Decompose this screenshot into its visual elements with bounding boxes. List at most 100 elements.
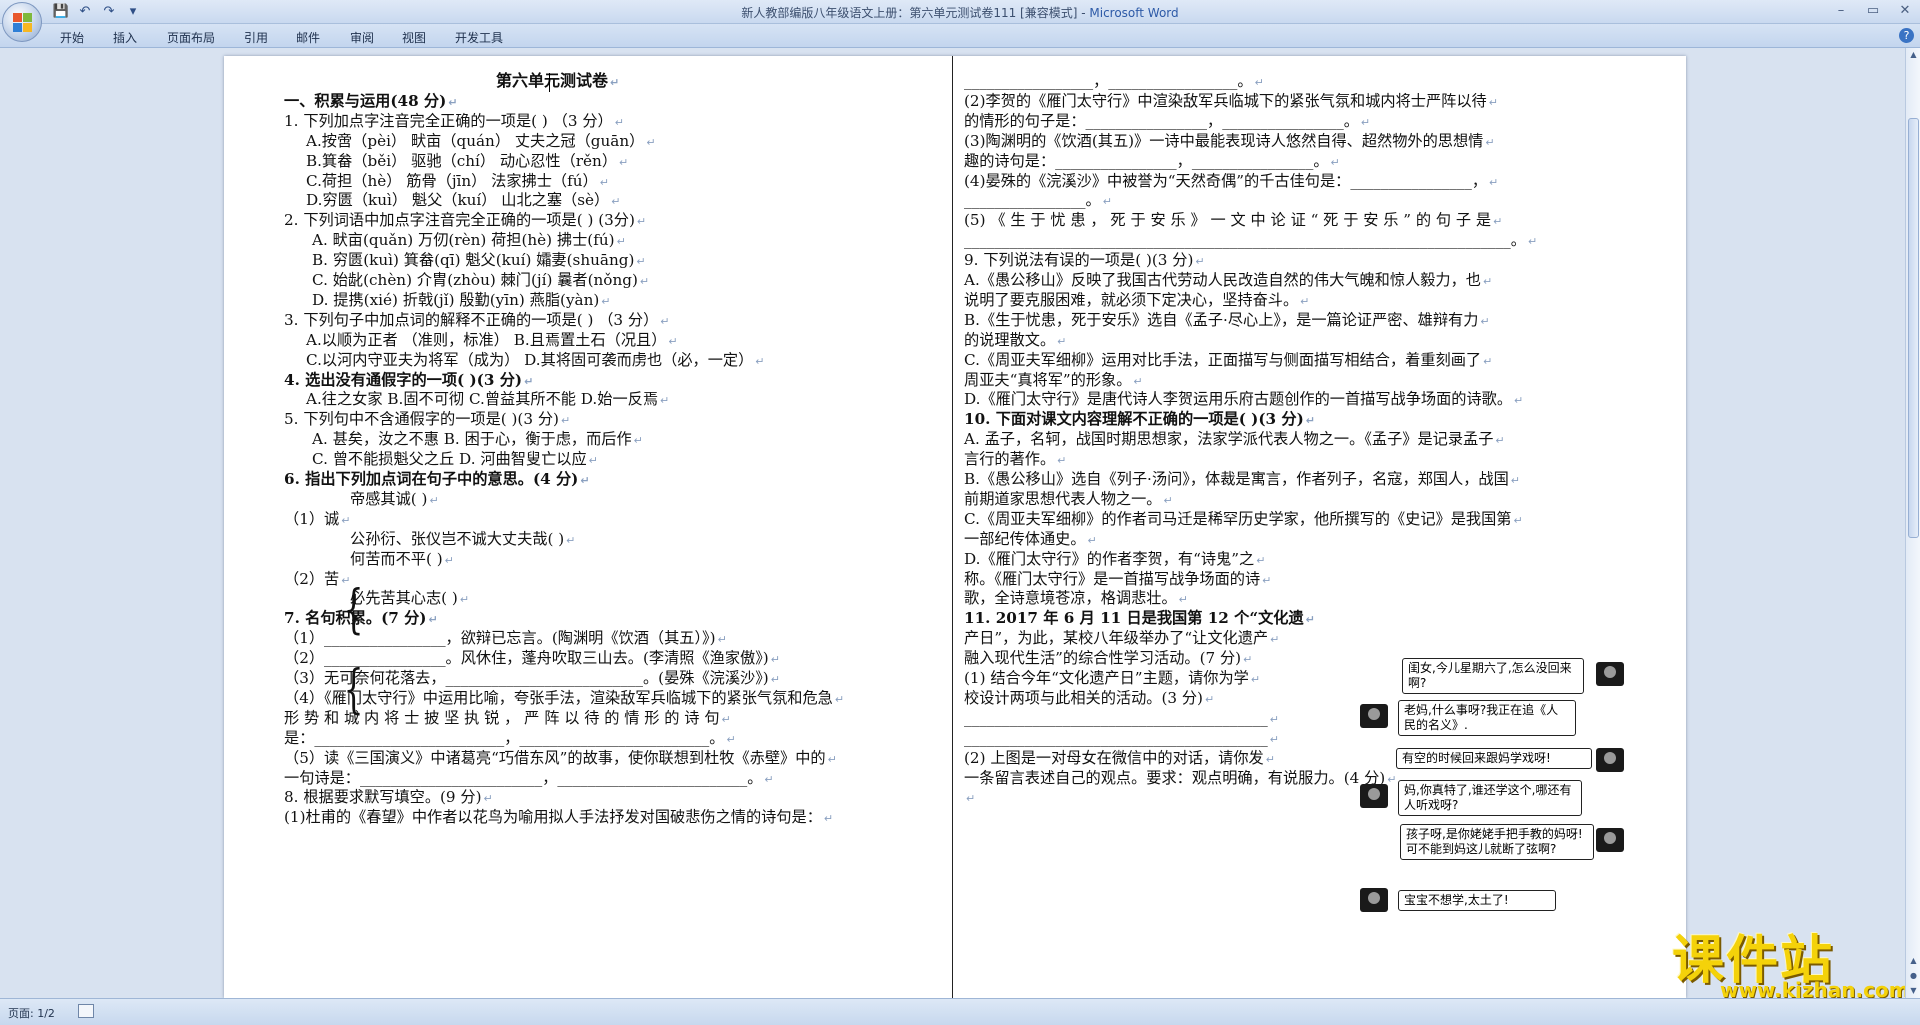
paragraph-mark-icon: ↵ (588, 454, 598, 468)
line-text: C.以河内守亚夫为将军（成为） D.其将固可袭而虏也（必，一定） (306, 350, 754, 369)
proofing-icon[interactable] (78, 1004, 94, 1018)
page-count[interactable]: 页面: 1/2 (8, 1005, 55, 1021)
paragraph-mark-icon: ↵ (1269, 732, 1279, 746)
document-line: (3)陶渊明的《饮酒(其五)》一诗中最能表现诗人悠然自得、超然物外的思想情 ↵ (964, 130, 1495, 152)
document-line: 一句诗是：________________________，__________… (284, 767, 774, 789)
help-icon[interactable]: ? (1899, 28, 1914, 43)
document-line: C.《周亚夫军细柳》运用对比手法，正面描写与侧面描写相结合，着重刻画了 ↵ (964, 349, 1492, 371)
wechat-dialogue-image: 闺女,今儿星期六了,怎么没回来啊? 老妈,什么事呀?我正在追《人民的名义》. 有… (1360, 652, 1628, 918)
line-text: A. 孟子，名轲，战国时期思想家，法家学派代表人物之一。《孟子》是记录孟子 (964, 430, 1494, 449)
line-text: ________________。 (964, 191, 1101, 210)
document-line: D.穷匮（kuì） 魁父（kuí） 山北之塞（sè） ↵ (306, 189, 620, 211)
document-line: ________________________________________… (964, 707, 1279, 729)
paragraph-mark-icon: ↵ (1254, 76, 1264, 89)
paragraph-mark-icon: ↵ (668, 334, 678, 348)
line-text: 前期道家思想代表人物之一。 (964, 489, 1162, 508)
line-text: 趣的诗句是：________________，________________。 (964, 151, 1329, 170)
document-line: 称。《雁门太守行》是一首描写战争场面的诗 ↵ (964, 568, 1271, 590)
paragraph-mark-icon: ↵ (770, 653, 780, 667)
tab-developer[interactable]: 开发工具 (455, 29, 503, 46)
chat-bubble: 有空的时候回来跟妈学戏呀! (1396, 748, 1592, 769)
document-line: 帝感其诚( ) ↵ (350, 488, 439, 510)
document-line: C.《周亚夫军细柳》的作者司马迁是稀罕历史学家，他所撰写的《史记》是我国第 ↵ (964, 508, 1523, 530)
prev-page-icon[interactable]: ▲ (1907, 954, 1920, 968)
line-text: （1）诚 (284, 509, 340, 528)
document-line: (4)晏殊的《浣溪沙》中被誉为“天然奇偶”的千古佳句是：____________… (964, 170, 1498, 192)
paragraph-mark-icon: ↵ (619, 155, 629, 169)
paragraph-mark-icon: ↵ (1480, 314, 1490, 328)
paragraph-mark-icon: ↵ (524, 374, 534, 388)
brace-2: { (343, 660, 364, 720)
line-text: 歌，全诗意境苍凉，格调悲壮。 (964, 589, 1177, 608)
document-page[interactable]: 第六单元测试卷 ↵ 一、积累与运用(48 分) ↵ 1. 下列加点字注音完全正确的一项是… (224, 56, 1686, 998)
tab-view[interactable]: 视图 (402, 29, 426, 46)
paragraph-mark-icon: ↵ (660, 394, 670, 408)
document-line: 4. 选出没有通假字的一项( )(3 分) ↵ (284, 369, 533, 391)
line-text: 6. 指出下列加点词在句子中的意思。(4 分) (284, 470, 579, 488)
line-text: （2）苦 (284, 569, 340, 588)
maximize-button[interactable]: ▭ (1864, 3, 1882, 19)
document-line: 融入现代生活”的综合性学习活动。(7 分) ↵ (964, 647, 1252, 669)
tab-review[interactable]: 审阅 (350, 29, 374, 46)
browse-object-icon[interactable]: ● (1907, 969, 1920, 983)
document-line: 的说理散文。 ↵ (964, 329, 1066, 351)
paragraph-mark-icon: ↵ (1250, 673, 1261, 686)
paragraph-mark-icon: ↵ (726, 732, 736, 746)
vertical-scrollbar[interactable]: ▲ ▲ ● ▼ (1905, 48, 1920, 998)
line-text: A. 甚矣，汝之不惠 B. 困于心，衡于虑，而后作 (312, 430, 632, 449)
paragraph-mark-icon: ↵ (717, 633, 727, 647)
daughter-avatar (1360, 888, 1388, 912)
paragraph-mark-icon: ↵ (1483, 354, 1493, 368)
paragraph-mark-icon: ↵ (614, 115, 624, 129)
line-text: A.以顺为正者 （准则，标准） B.且焉置土石（况且） (306, 330, 667, 349)
paragraph-mark-icon: ↵ (1488, 95, 1498, 109)
paragraph-mark-icon: ↵ (1493, 215, 1503, 229)
document-line: C.以河内守亚夫为将军（成为） D.其将固可袭而虏也（必，一定） ↵ (306, 349, 764, 371)
line-text: 2. 下列词语中加点字注音完全正确的一项是( ) (3分) (284, 211, 635, 230)
tab-home[interactable]: 开始 (60, 29, 84, 46)
paragraph-mark-icon: ↵ (1495, 434, 1505, 448)
line-text: 第六单元测试卷 (496, 71, 609, 90)
document-line: 歌，全诗意境苍凉，格调悲壮。 ↵ (964, 587, 1188, 609)
tab-references[interactable]: 引用 (244, 29, 268, 46)
tab-mailings[interactable]: 邮件 (296, 29, 320, 46)
document-line: 前期道家思想代表人物之一。 ↵ (964, 488, 1173, 510)
line-text: 校设计两项与此相关的活动。(3 分) (964, 688, 1203, 707)
line-text: （4）《雁门太守行》中运用比喻，夸张手法，渲染敌军兵临城下的紧张气氛和危急 (284, 688, 833, 707)
tab-insert[interactable]: 插入 (113, 29, 137, 46)
tab-page-layout[interactable]: 页面布局 (167, 29, 215, 46)
chat-bubble: 闺女,今儿星期六了,怎么没回来啊? (1402, 658, 1584, 694)
line-text: 融入现代生活”的综合性学习活动。(7 分) (964, 649, 1242, 668)
line-text: (4)晏殊的《浣溪沙》中被誉为“天然奇偶”的千古佳句是：____________… (964, 171, 1488, 190)
document-line: 一条留言表述自己的观点。要求：观点明确，有说服力。(4 分) ↵ (964, 767, 1396, 789)
document-line: 1. 下列加点字注音完全正确的一项是( ) （3 分） ↵ (284, 110, 624, 132)
document-line: 6. 指出下列加点词在句子中的意思。(4 分) ↵ (284, 468, 590, 490)
paragraph-mark-icon: ↵ (966, 792, 976, 806)
scroll-thumb[interactable] (1908, 118, 1919, 538)
document-line: C. 始龀(chèn) 介胄(zhòu) 棘门(jí) 曩者(nǒng) ↵ (312, 269, 649, 291)
document-line: 必先苦其心志( ) ↵ (350, 587, 469, 609)
line-text: A.按啻（pèi） 畎亩（quán） 丈夫之冠（guān） (306, 131, 645, 150)
line-text: (1) 结合今年“文化遗产日”主题，请你为学 (964, 669, 1249, 687)
line-text: 9. 下列说法有误的一项是( )(3 分) (964, 251, 1194, 270)
document-line: 10. 下面对课文内容理解不正确的一项是( )(3 分) ↵ (964, 408, 1315, 430)
document-line: 9. 下列说法有误的一项是( )(3 分) ↵ (964, 249, 1205, 271)
line-text: (2) 上图是一对母女在微信中的对话，请你发 (964, 748, 1264, 767)
line-text: 公孙衍、张仪岂不诚大丈夫哉( ) (350, 529, 565, 548)
minimize-button[interactable]: – (1832, 3, 1850, 19)
document-line: 11. 2017 年 6 月 11 日是我国第 12 个“文化遗 ↵ (964, 607, 1315, 629)
document-line: 产日”，为此，某校八年级举办了“让文化遗产 ↵ (964, 627, 1279, 649)
line-text: A. 畎亩(quǎn) 万仞(rèn) 荷担(hè) 拂士(fú) (312, 231, 615, 250)
line-text: （5）读《三国演义》中诸葛亮“巧借东风”的故事，使你联想到杜牧《赤壁》中的 (284, 748, 826, 767)
office-button[interactable] (2, 2, 42, 42)
line-text: 10. 下面对课文内容理解不正确的一项是( )(3 分) (964, 410, 1304, 429)
next-page-icon[interactable]: ▼ (1907, 984, 1920, 998)
paragraph-mark-icon: ↵ (1489, 175, 1499, 189)
document-line: _________________，_________________。 ↵ (964, 70, 1264, 92)
line-text: 说明了要克服困难，就必须下定决心，坚持奋斗。 (964, 290, 1299, 309)
line-text: (2)李贺的《雁门太守行》中渲染敌军兵临城下的紧张气氛和城内将士严阵以待 (964, 91, 1487, 110)
paragraph-mark-icon: ↵ (636, 255, 646, 269)
paragraph-mark-icon: ↵ (1262, 573, 1272, 587)
close-button[interactable]: ✕ (1896, 3, 1914, 19)
scroll-up-icon[interactable]: ▲ (1907, 48, 1920, 62)
